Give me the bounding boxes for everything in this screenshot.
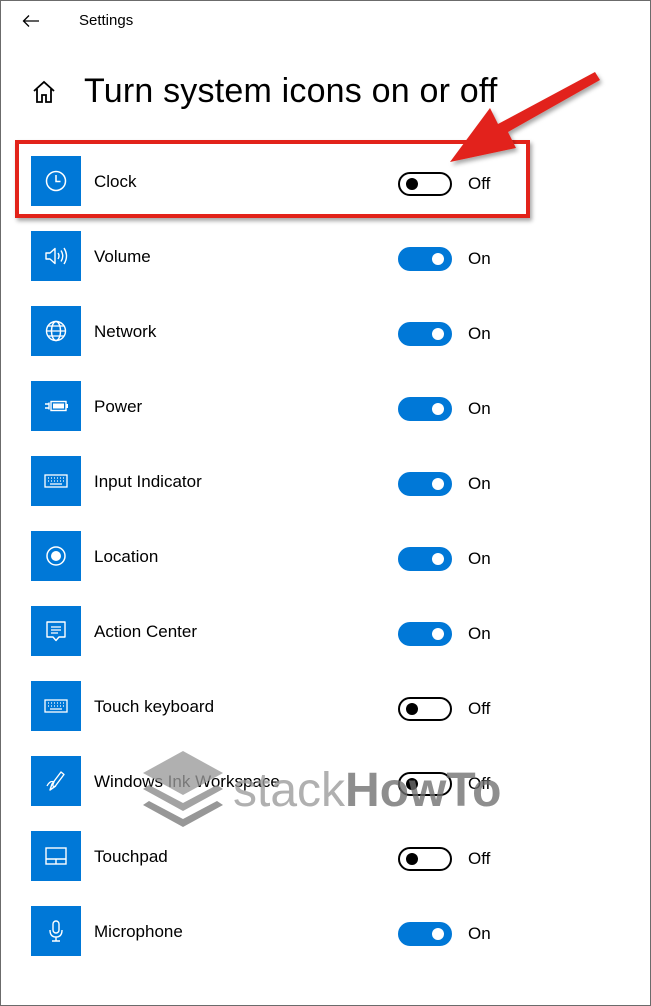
toggle-knob <box>432 628 444 640</box>
toggle-knob <box>432 478 444 490</box>
toggle-knob <box>406 703 418 715</box>
action-center-toggle[interactable] <box>398 622 452 646</box>
toggle-state-text: On <box>468 399 491 418</box>
item-label: Clock <box>94 172 137 191</box>
network-globe-icon <box>31 306 81 356</box>
toggle-state-text: On <box>468 549 491 568</box>
item-label: Input Indicator <box>94 472 202 491</box>
windows-ink-workspace-toggle[interactable] <box>398 772 452 796</box>
power-toggle[interactable] <box>398 397 452 421</box>
list-item-location: Location On <box>0 521 651 596</box>
list-item-input-indicator: Input Indicator On <box>0 446 651 521</box>
item-label: Windows Ink Workspace <box>94 772 280 791</box>
back-arrow-icon <box>22 15 39 27</box>
touchpad-icon <box>31 831 81 881</box>
title-bar: Settings <box>0 0 651 42</box>
toggle-state-text: On <box>468 924 491 943</box>
toggle-state-text: Off <box>468 849 491 868</box>
toggle-knob <box>432 553 444 565</box>
item-label: Action Center <box>94 622 197 641</box>
volume-toggle[interactable] <box>398 247 452 271</box>
microphone-toggle[interactable] <box>398 922 452 946</box>
pen-icon <box>31 756 81 806</box>
toggle-knob <box>406 778 418 790</box>
toggle-state-text: On <box>468 624 491 643</box>
item-label: Touch keyboard <box>94 697 215 716</box>
toggle-state-text: Off <box>468 774 491 793</box>
home-icon[interactable] <box>30 78 58 106</box>
toggle-knob <box>432 328 444 340</box>
item-label: Location <box>94 547 159 566</box>
page-title: Turn system icons on or off <box>84 72 498 110</box>
list-item-microphone: Microphone On <box>0 896 651 971</box>
list-item-power: Power On <box>0 371 651 446</box>
toggle-state-text: Off <box>468 699 491 718</box>
toggle-knob <box>432 403 444 415</box>
input-indicator-toggle[interactable] <box>398 472 452 496</box>
microphone-icon <box>31 906 81 956</box>
item-label: Volume <box>94 247 151 266</box>
list-item-volume: Volume On <box>0 221 651 296</box>
list-item-touch-keyboard: Touch keyboard Off <box>0 671 651 746</box>
list-item-network: Network On <box>0 296 651 371</box>
keyboard-icon <box>31 456 81 506</box>
keyboard-icon <box>31 681 81 731</box>
toggle-knob <box>406 853 418 865</box>
toggle-knob <box>406 178 418 190</box>
item-label: Power <box>94 397 143 416</box>
touchpad-toggle[interactable] <box>398 847 452 871</box>
location-toggle[interactable] <box>398 547 452 571</box>
item-label: Microphone <box>94 922 183 941</box>
toggle-knob <box>432 253 444 265</box>
back-button[interactable] <box>16 8 46 34</box>
toggle-state-text: Off <box>468 174 491 193</box>
list-item-clock: Clock Off <box>0 146 651 221</box>
toggle-state-text: On <box>468 249 491 268</box>
action-center-icon <box>31 606 81 656</box>
item-label: Network <box>94 322 157 341</box>
location-icon <box>31 531 81 581</box>
battery-icon <box>31 381 81 431</box>
list-item-action-center: Action Center On <box>0 596 651 671</box>
list-item-touchpad: Touchpad Off <box>0 821 651 896</box>
volume-icon <box>31 231 81 281</box>
toggle-state-text: On <box>468 324 491 343</box>
touch-keyboard-toggle[interactable] <box>398 697 452 721</box>
clock-icon <box>31 156 81 206</box>
toggle-state-text: On <box>468 474 491 493</box>
app-title: Settings <box>79 12 134 29</box>
clock-toggle[interactable] <box>398 172 452 196</box>
toggle-knob <box>432 928 444 940</box>
list-item-windows-ink-workspace: Windows Ink Workspace Off <box>0 746 651 821</box>
network-toggle[interactable] <box>398 322 452 346</box>
page-header: Turn system icons on or off <box>0 68 651 118</box>
item-label: Touchpad <box>94 847 168 866</box>
